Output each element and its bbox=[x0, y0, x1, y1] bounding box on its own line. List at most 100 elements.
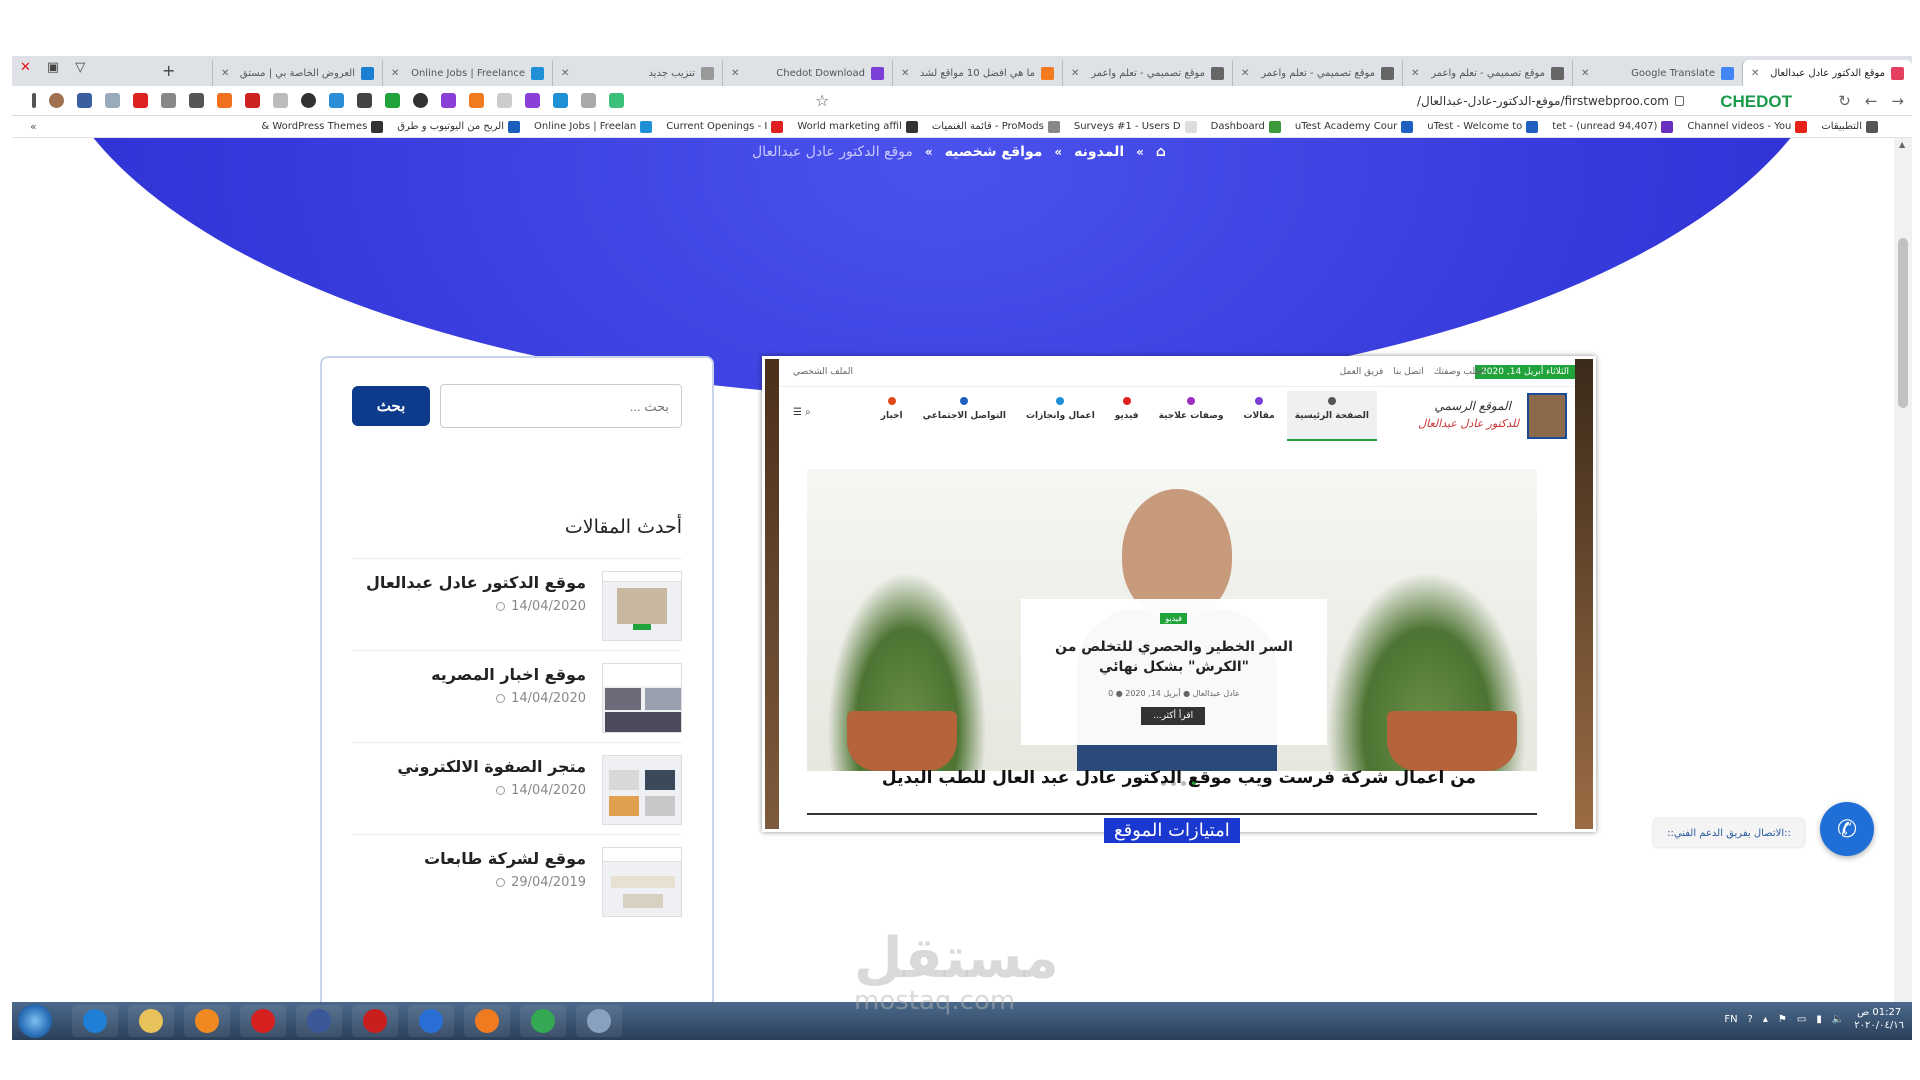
bookmark-item[interactable]: التطبيقات bbox=[1817, 120, 1882, 133]
whatsapp-icon[interactable]: ✆ bbox=[1820, 802, 1874, 856]
extension-icon[interactable] bbox=[469, 93, 484, 108]
extension-icon[interactable] bbox=[245, 93, 260, 108]
new-tab-button[interactable]: + bbox=[162, 61, 175, 80]
browser-tab[interactable]: Google Translate ✕ bbox=[1572, 60, 1742, 86]
taskbar-app[interactable] bbox=[72, 1005, 118, 1037]
reload-icon[interactable]: ↻ bbox=[1838, 92, 1851, 110]
browser-tab[interactable]: موقع تصميمي - تعلم واعمر ✕ bbox=[1232, 60, 1402, 86]
post-thumbnail[interactable] bbox=[602, 663, 682, 733]
taskbar-app[interactable] bbox=[576, 1005, 622, 1037]
bookmark-star-icon[interactable]: ☆ bbox=[815, 91, 829, 110]
extension-icon[interactable] bbox=[105, 93, 120, 108]
extension-icon[interactable] bbox=[581, 93, 596, 108]
forward-icon[interactable]: ← bbox=[1865, 92, 1878, 110]
download-icon[interactable] bbox=[441, 93, 456, 108]
tab-close-icon[interactable]: ✕ bbox=[221, 68, 229, 79]
post-title[interactable]: متجر الصفوة الالكتروني bbox=[397, 757, 586, 776]
browser-tab[interactable]: Online Jobs | Freelance ✕ bbox=[382, 60, 552, 86]
extension-icon[interactable] bbox=[609, 93, 624, 108]
post-item[interactable]: موقع لشركة طابعات 29/04/2019 bbox=[352, 834, 682, 917]
bookmark-item[interactable]: uTest - Welcome to bbox=[1423, 120, 1542, 133]
url-text[interactable]: firstwebproo.com/موقع-الدكتور-عادل-عبدال… bbox=[1417, 94, 1669, 108]
tab-close-icon[interactable]: ✕ bbox=[391, 68, 399, 79]
tab-close-icon[interactable]: ✕ bbox=[901, 68, 909, 79]
tray-arrow-icon[interactable]: ▴ bbox=[1763, 1014, 1768, 1025]
bookmarks-overflow-icon[interactable]: « bbox=[30, 120, 37, 133]
support-label[interactable]: ::الاتصال بفريق الدعم الفني:: bbox=[1654, 819, 1804, 847]
minimize-window-icon[interactable]: ▽ bbox=[75, 60, 85, 75]
help-icon[interactable]: ? bbox=[1748, 1014, 1753, 1025]
breadcrumb-personal-sites[interactable]: مواقع شخصيه bbox=[945, 144, 1043, 160]
breadcrumb-blog[interactable]: المدونه bbox=[1074, 144, 1124, 160]
bookmark-item[interactable]: WordPress Themes & bbox=[257, 120, 387, 133]
browser-tab[interactable]: موقع الدكتور عادل عبدالعال ✕ bbox=[1742, 60, 1912, 86]
extension-icon[interactable] bbox=[161, 93, 176, 108]
tab-close-icon[interactable]: ✕ bbox=[731, 68, 739, 79]
search-input[interactable] bbox=[440, 384, 682, 428]
speaker-icon[interactable]: 🔈 bbox=[1832, 1014, 1844, 1025]
bookmark-item[interactable]: الربح من اليوتيوب و طرق bbox=[393, 120, 524, 133]
tab-close-icon[interactable]: ✕ bbox=[1241, 68, 1249, 79]
address-bar[interactable]: firstwebproo.com/موقع-الدكتور-عادل-عبدال… bbox=[552, 90, 1692, 112]
taskbar-app[interactable] bbox=[128, 1005, 174, 1037]
taskbar-app[interactable] bbox=[408, 1005, 454, 1037]
browser-tab[interactable]: موقع تصميمي - تعلم واعمر ✕ bbox=[1402, 60, 1572, 86]
tab-close-icon[interactable]: ✕ bbox=[1751, 68, 1759, 79]
extension-icon[interactable] bbox=[217, 93, 232, 108]
tab-close-icon[interactable]: ✕ bbox=[561, 68, 569, 79]
battery-icon[interactable]: ▭ bbox=[1797, 1014, 1806, 1025]
profile-icon[interactable] bbox=[49, 93, 64, 108]
taskbar-app[interactable] bbox=[296, 1005, 342, 1037]
browser-tab[interactable]: العروض الخاصة بي | مستق ✕ bbox=[212, 60, 382, 86]
bookmark-item[interactable]: ProMods - قائمة الغنميات bbox=[928, 120, 1064, 133]
language-indicator[interactable]: FN bbox=[1724, 1014, 1737, 1025]
extension-icon[interactable] bbox=[133, 93, 148, 108]
extension-icon[interactable] bbox=[413, 93, 428, 108]
browser-tab[interactable]: Chedot Download ✕ bbox=[722, 60, 892, 86]
scrollbar[interactable]: ▲ ▼ bbox=[1894, 138, 1912, 1040]
tab-close-icon[interactable]: ✕ bbox=[1071, 68, 1079, 79]
post-thumbnail[interactable] bbox=[602, 755, 682, 825]
post-title[interactable]: موقع اخبار المصريه bbox=[431, 665, 586, 684]
taskbar-app[interactable] bbox=[464, 1005, 510, 1037]
start-button[interactable] bbox=[18, 1004, 52, 1038]
clock[interactable]: 01:27 ص ٢٠٢٠/٠٤/١٦ bbox=[1854, 1006, 1904, 1032]
back-icon[interactable]: → bbox=[1891, 92, 1904, 110]
maximize-window-icon[interactable]: ▣ bbox=[47, 60, 59, 75]
bookmark-item[interactable]: Online Jobs | Freelan bbox=[530, 120, 656, 133]
home-icon[interactable]: ⌂ bbox=[1156, 144, 1166, 160]
search-button[interactable]: بحث bbox=[352, 386, 430, 426]
post-thumbnail[interactable] bbox=[602, 571, 682, 641]
taskbar-app[interactable] bbox=[352, 1005, 398, 1037]
taskbar-app[interactable] bbox=[520, 1005, 566, 1037]
bookmark-item[interactable]: Dashboard bbox=[1207, 120, 1285, 133]
extension-icon[interactable] bbox=[301, 93, 316, 108]
extension-icon[interactable] bbox=[357, 93, 372, 108]
bookmark-item[interactable]: Surveys #1 - Users D bbox=[1070, 120, 1201, 133]
extension-icon[interactable] bbox=[77, 93, 92, 108]
bookmark-item[interactable]: uTest Academy Cour bbox=[1291, 120, 1417, 133]
network-icon[interactable]: ▮ bbox=[1816, 1014, 1822, 1025]
browser-tab[interactable]: تنزيب جديد ✕ bbox=[552, 60, 722, 86]
tab-close-icon[interactable]: ✕ bbox=[1411, 68, 1419, 79]
taskbar-app[interactable] bbox=[184, 1005, 230, 1037]
bookmark-item[interactable]: Channel videos - You bbox=[1683, 120, 1811, 133]
post-item[interactable]: موقع اخبار المصريه 14/04/2020 bbox=[352, 650, 682, 733]
scroll-up-icon[interactable]: ▲ bbox=[1899, 140, 1905, 149]
browser-tab[interactable]: ما هي افضل 10 مواقع لشد ✕ bbox=[892, 60, 1062, 86]
scrollbar-thumb[interactable] bbox=[1898, 238, 1908, 408]
extension-icon[interactable] bbox=[189, 93, 204, 108]
close-window-icon[interactable]: ✕ bbox=[20, 60, 31, 75]
menu-icon[interactable] bbox=[32, 93, 36, 108]
extension-icon[interactable] bbox=[497, 93, 512, 108]
bookmark-item[interactable]: (94,407 unread) - tet bbox=[1548, 120, 1677, 133]
extension-icon[interactable] bbox=[329, 93, 344, 108]
extension-icon[interactable] bbox=[525, 93, 540, 108]
tab-close-icon[interactable]: ✕ bbox=[1581, 68, 1589, 79]
taskbar-app[interactable] bbox=[240, 1005, 286, 1037]
post-item[interactable]: موقع الدكتور عادل عبدالعال 14/04/2020 bbox=[352, 558, 682, 641]
post-title[interactable]: موقع لشركة طابعات bbox=[424, 849, 586, 868]
bookmark-item[interactable]: World marketing affil bbox=[793, 120, 922, 133]
browser-tab[interactable]: موقع تصميمي - تعلم واعمر ✕ bbox=[1062, 60, 1232, 86]
flag-icon[interactable]: ⚑ bbox=[1778, 1014, 1787, 1025]
